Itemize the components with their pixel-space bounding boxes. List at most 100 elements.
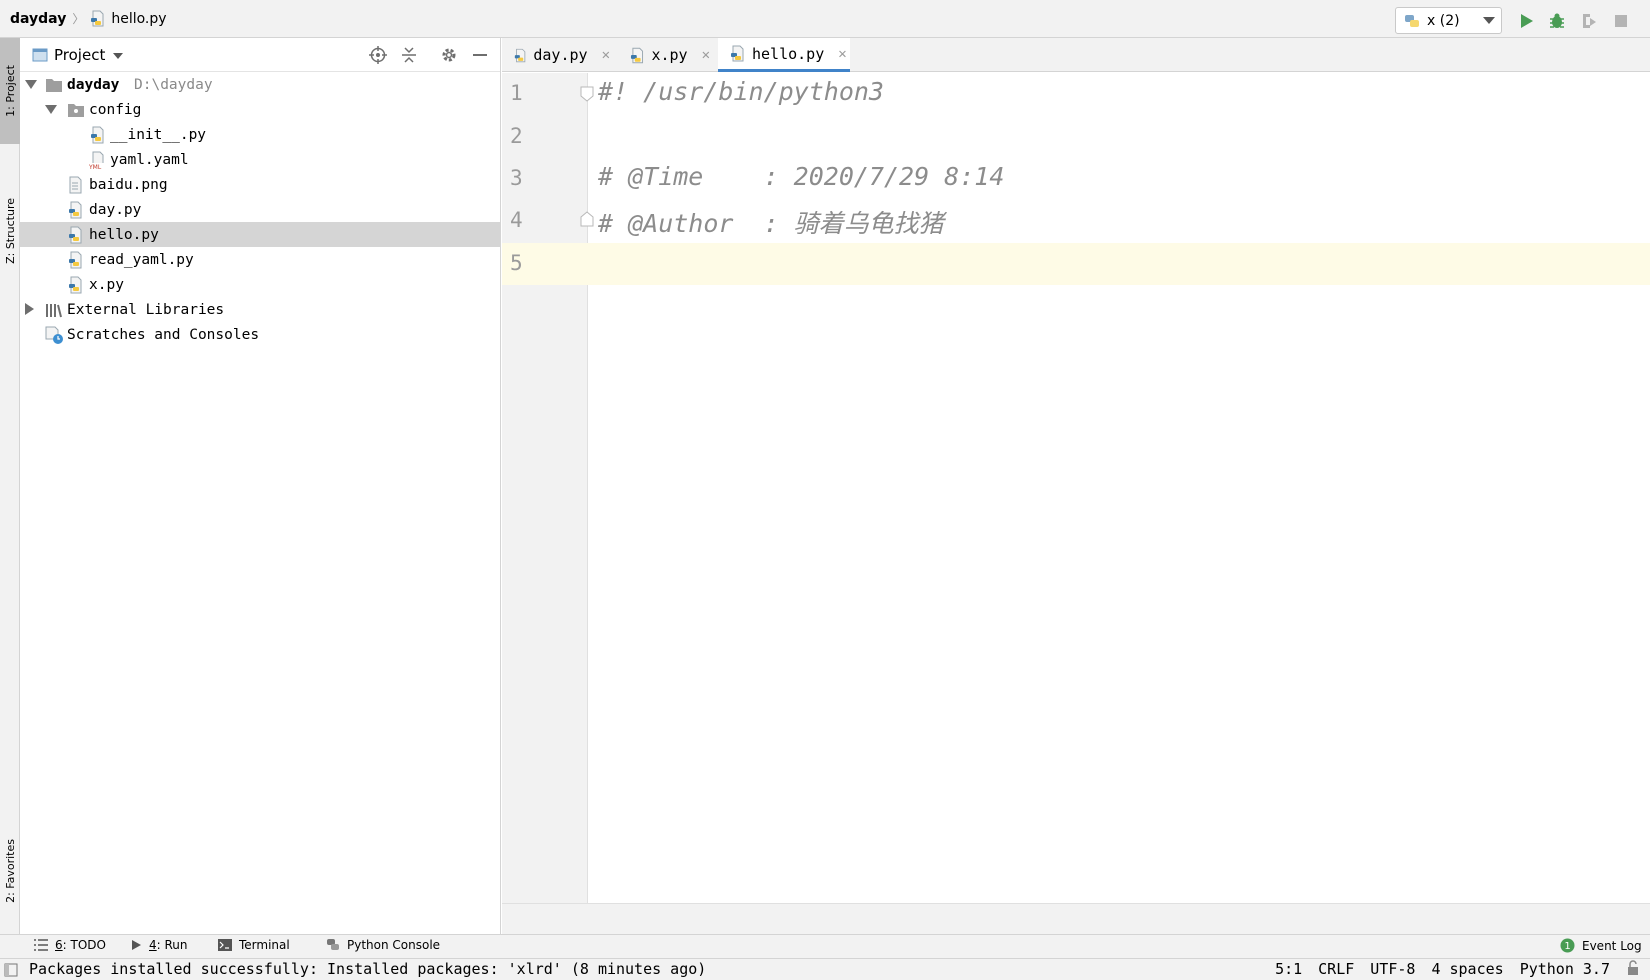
project-panel-header: Project	[20, 38, 500, 72]
expand-arrow-icon[interactable]	[25, 303, 34, 315]
tab-todo[interactable]: 6: TODO	[34, 938, 106, 952]
tree-item-label: x.py	[89, 276, 124, 293]
tab-event-log-label: Event Log	[1582, 938, 1642, 953]
terminal-icon	[218, 939, 232, 951]
tree-item-label: yaml.yaml	[110, 151, 189, 168]
gear-icon[interactable]	[440, 46, 458, 64]
tree-item-hello-py[interactable]: hello.py	[20, 222, 500, 247]
python-file-icon	[630, 47, 644, 63]
tree-item-read-yaml-py[interactable]: read_yaml.py	[20, 247, 500, 272]
tree-item-config[interactable]: config	[20, 97, 500, 122]
tree-item-label: External Libraries	[67, 301, 225, 318]
tree-item-label: hello.py	[89, 226, 159, 243]
line-number: 3	[510, 166, 523, 190]
tab-x-py[interactable]: x.py ✕	[618, 38, 710, 72]
tab-favorites[interactable]: 2: Favorites	[0, 808, 20, 934]
tab-project-label: 1: Project	[3, 65, 17, 117]
close-icon[interactable]: ✕	[602, 47, 610, 63]
collapse-all-icon[interactable]	[400, 46, 418, 64]
left-tool-strip: 1: Project Z: Structure 2: Favorites	[0, 38, 20, 934]
event-log-count: 1	[1564, 941, 1570, 952]
tab-structure-label: Z: Structure	[3, 198, 17, 264]
image-file-icon	[69, 176, 82, 194]
python-file-icon	[69, 201, 82, 219]
python-interpreter[interactable]: Python 3.7	[1520, 960, 1610, 978]
tree-item-init-py[interactable]: __init__.py	[20, 122, 500, 147]
tree-item-yaml[interactable]: YML yaml.yaml	[20, 147, 500, 172]
close-icon[interactable]: ✕	[702, 47, 710, 63]
tree-item-x-py[interactable]: x.py	[20, 272, 500, 297]
notification-badge-icon: 1	[1560, 938, 1575, 953]
fold-marker-icon[interactable]	[580, 211, 594, 227]
project-view-icon	[32, 48, 48, 61]
editor-tab-bar: day.py ✕ x.py ✕ hello.py ✕	[502, 38, 1650, 72]
line-number: 1	[510, 81, 523, 105]
breadcrumb-separator: 〉	[72, 12, 85, 26]
yaml-file-icon: YML	[89, 151, 107, 169]
project-panel: Project dayday D:\dayday config __init__…	[20, 38, 501, 934]
tab-event-log[interactable]: 1 Event Log	[1560, 938, 1642, 953]
expand-arrow-icon[interactable]	[25, 80, 37, 89]
svg-text:YML: YML	[89, 164, 102, 169]
code-line: # @Time : 2020/7/29 8:14	[598, 162, 1005, 191]
navigation-bar: dayday 〉 hello.py x (2)	[0, 0, 1650, 38]
run-configuration-label: x (2)	[1427, 12, 1460, 29]
close-icon[interactable]: ✕	[838, 46, 846, 62]
tab-day-py[interactable]: day.py ✕	[502, 38, 610, 72]
tab-todo-label: : TODO	[62, 938, 106, 952]
lock-icon[interactable]	[1626, 960, 1640, 976]
fold-marker-icon[interactable]	[580, 86, 594, 102]
toggle-tool-windows-icon[interactable]	[4, 963, 18, 977]
tab-label: day.py	[533, 46, 588, 64]
tree-item-label: read_yaml.py	[89, 251, 194, 268]
scratches-icon	[45, 326, 63, 344]
tab-run[interactable]: 4: Run	[130, 938, 188, 952]
python-file-icon	[69, 226, 82, 244]
tab-label: hello.py	[752, 44, 825, 63]
debug-button[interactable]	[1548, 12, 1566, 30]
tree-item-label: baidu.png	[89, 176, 168, 193]
tree-item-day-py[interactable]: day.py	[20, 197, 500, 222]
status-message[interactable]: Packages installed successfully: Install…	[29, 960, 706, 978]
tree-item-root[interactable]: dayday D:\dayday	[20, 72, 500, 97]
tab-project[interactable]: 1: Project	[0, 38, 20, 144]
tree-item-label: day.py	[89, 201, 142, 218]
tree-item-baidu-png[interactable]: baidu.png	[20, 172, 500, 197]
tree-item-label: config	[89, 101, 142, 118]
run-button[interactable]	[1517, 12, 1535, 30]
tab-hello-py[interactable]: hello.py ✕	[718, 38, 850, 72]
tab-favorites-label: 2: Favorites	[3, 839, 17, 903]
breadcrumb-project[interactable]: dayday	[10, 11, 66, 27]
code-line: #! /usr/bin/python3	[598, 77, 884, 106]
tree-item-label: __init__.py	[110, 126, 207, 143]
tree-item-external-libraries[interactable]: External Libraries	[20, 297, 500, 322]
caret-position[interactable]: 5:1	[1275, 960, 1302, 978]
minimize-icon[interactable]	[471, 46, 489, 64]
tab-terminal[interactable]: Terminal	[218, 938, 290, 952]
tab-python-console[interactable]: Python Console	[326, 938, 440, 952]
python-console-icon	[327, 939, 339, 950]
tab-run-number: 4	[149, 938, 157, 952]
folder-icon	[68, 104, 84, 117]
indent-setting[interactable]: 4 spaces	[1431, 960, 1503, 978]
python-file-icon	[514, 48, 526, 62]
code-editor[interactable]	[589, 73, 1650, 903]
breadcrumb: dayday 〉 hello.py	[10, 10, 167, 27]
file-encoding[interactable]: UTF-8	[1370, 960, 1415, 978]
breadcrumb-file[interactable]: hello.py	[90, 10, 167, 27]
expand-arrow-icon[interactable]	[45, 105, 57, 114]
stop-button[interactable]	[1612, 12, 1630, 30]
editor-bottom-bar	[502, 903, 1650, 934]
tree-item-scratches[interactable]: Scratches and Consoles	[20, 322, 500, 347]
run-configuration-selector[interactable]: x (2)	[1395, 7, 1502, 34]
chevron-down-icon[interactable]	[113, 53, 124, 59]
caret-row-highlight	[502, 243, 1650, 285]
line-number: 4	[510, 208, 523, 232]
python-file-icon	[69, 276, 82, 294]
tree-item-path: D:\dayday	[134, 76, 213, 93]
line-separator[interactable]: CRLF	[1318, 960, 1354, 978]
locate-icon[interactable]	[369, 46, 387, 64]
coverage-button[interactable]	[1580, 12, 1598, 30]
tab-structure[interactable]: Z: Structure	[0, 156, 20, 306]
project-panel-title[interactable]: Project	[54, 46, 105, 64]
